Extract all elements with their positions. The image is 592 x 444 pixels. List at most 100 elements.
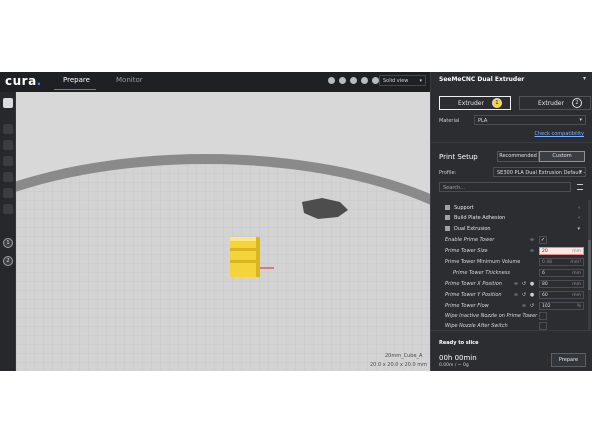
view-mode-value: Solid view	[383, 78, 409, 84]
scale-tool-icon[interactable]	[3, 140, 13, 150]
reset-icon[interactable]: ↺	[521, 292, 527, 298]
support-icon	[445, 205, 450, 210]
open-file-icon[interactable]	[3, 98, 13, 108]
recommended-mode-button[interactable]: Recommended	[497, 151, 539, 162]
setting-prime-tower-flow: Prime Tower Flow ∞ ↺ 102%	[445, 302, 585, 311]
profile-value: SE300 PLA Dual Extrusion Default -	[497, 170, 586, 176]
view-orientation-group	[328, 77, 379, 84]
model-cube[interactable]	[230, 237, 260, 277]
tab-prepare[interactable]: Prepare	[63, 76, 90, 84]
category-support[interactable]: Support	[445, 205, 474, 211]
setting-label: Wipe Inactive Nozzle on Prime Tower	[445, 313, 538, 319]
top-view-icon[interactable]	[350, 77, 357, 84]
chevron-left-icon[interactable]: ‹	[578, 205, 580, 211]
object-name: 20mm_Cube_A	[385, 353, 423, 359]
settings-search-input[interactable]: Search...	[439, 182, 571, 192]
extruder-2-select-icon[interactable]: 2	[3, 256, 13, 266]
extruder-1-badge: 1	[492, 98, 502, 108]
setting-label: Prime Tower Y Position	[445, 292, 502, 298]
setting-prime-tower-size: Prime Tower Size ∞ 20 mm	[445, 247, 585, 256]
chevron-down-icon: ▾	[579, 117, 582, 123]
prime-tower-size-input[interactable]: 20 mm	[539, 247, 584, 255]
scrollbar-thumb[interactable]	[588, 240, 591, 290]
front-view-icon[interactable]	[339, 77, 346, 84]
print-setup-title: Print Setup	[439, 153, 478, 161]
dual-extrusion-icon	[445, 226, 450, 231]
object-dimensions: 20.0 x 20.0 x 20.0 mm	[370, 362, 428, 368]
wipe-inactive-nozzle-checkbox[interactable]	[539, 312, 547, 320]
mirror-tool-icon[interactable]	[3, 172, 13, 182]
left-toolbar: 1 2	[0, 92, 16, 371]
category-dual-extrusion[interactable]: Dual Extrusion	[445, 226, 491, 232]
setting-label: Wipe Nozzle After Switch	[445, 323, 508, 329]
info-icon[interactable]: ●	[529, 292, 535, 298]
setting-prime-tower-y: Prime Tower Y Position ∞ ↺ ● 60 mm	[445, 291, 585, 300]
link-icon[interactable]: ∞	[513, 281, 519, 287]
support-blocker-icon[interactable]	[3, 204, 13, 214]
setting-prime-tower-x: Prime Tower X Position ∞ ↺ ● 80 mm	[445, 280, 585, 289]
chevron-down-icon[interactable]: ▾	[577, 226, 580, 232]
link-icon[interactable]: ∞	[529, 248, 535, 254]
chevron-down-icon: ▾	[579, 169, 582, 175]
chevron-left-icon[interactable]: ‹	[578, 215, 580, 221]
reset-icon[interactable]: ↺	[529, 303, 535, 309]
prepare-button[interactable]: Prepare	[551, 353, 586, 367]
adhesion-icon	[445, 215, 450, 220]
slice-status: Ready to slice	[439, 340, 479, 346]
check-compatibility-link[interactable]: Check compatibility	[535, 131, 585, 137]
print-time: 00h 00min	[439, 354, 477, 362]
setting-label: Prime Tower X Position	[445, 281, 502, 287]
link-icon[interactable]: ∞	[529, 237, 535, 243]
wipe-nozzle-after-switch-checkbox[interactable]	[539, 322, 547, 330]
extruder-1-select-icon[interactable]: 1	[3, 238, 13, 248]
link-icon[interactable]: ∞	[521, 303, 527, 309]
settings-menu-icon[interactable]	[577, 184, 583, 190]
per-model-settings-icon[interactable]	[3, 188, 13, 198]
build-plate-grid	[16, 164, 430, 371]
build-plate-scene	[16, 92, 430, 371]
tab-monitor[interactable]: Monitor	[116, 76, 143, 84]
setting-label: Prime Tower Thickness	[453, 270, 511, 276]
prime-tower-y-input[interactable]: 60 mm	[539, 291, 584, 299]
material-select[interactable]: PLA ▾	[474, 115, 586, 125]
prime-tower-thickness-input[interactable]: 6 mm	[539, 269, 584, 277]
3d-view-icon[interactable]	[328, 77, 335, 84]
category-build-plate-adhesion[interactable]: Build Plate Adhesion	[445, 215, 505, 221]
custom-mode-button[interactable]: Custom	[539, 151, 585, 162]
cura-logo: cura.	[5, 74, 42, 88]
extruder-1-button[interactable]: Extruder 1	[439, 96, 511, 110]
left-view-icon[interactable]	[361, 77, 368, 84]
setting-wipe-inactive-nozzle: Wipe Inactive Nozzle on Prime Tower	[445, 312, 585, 321]
settings-panel: SeeMeCNC Dual Extruder ▾ Extruder 1 Extr…	[430, 72, 592, 371]
reset-icon[interactable]: ↺	[521, 281, 527, 287]
printer-name[interactable]: SeeMeCNC Dual Extruder	[439, 76, 524, 83]
build-plate-viewport[interactable]: 20mm_Cube_A 20.0 x 20.0 x 20.0 mm	[16, 92, 430, 371]
setting-enable-prime-tower: Enable Prime Tower ∞ ✓	[445, 236, 585, 245]
prime-tower-flow-input[interactable]: 102%	[539, 302, 584, 310]
enable-prime-tower-checkbox[interactable]: ✓	[539, 236, 547, 244]
setting-prime-tower-thickness: Prime Tower Thickness 6 mm	[445, 269, 585, 278]
top-bar: cura. Prepare Monitor Solid view ▾	[0, 72, 430, 92]
prime-tower-min-volume-input[interactable]: 0.48 mm³	[539, 258, 584, 266]
view-mode-select[interactable]: Solid view ▾	[379, 75, 426, 86]
extruder-2-badge: 2	[572, 98, 582, 108]
prime-tower-x-input[interactable]: 80 mm	[539, 280, 584, 288]
info-icon[interactable]: ●	[529, 281, 535, 287]
active-tab-indicator	[54, 89, 96, 90]
link-icon[interactable]: ∞	[513, 292, 519, 298]
material-usage: 0.00m / ~ 0g	[439, 363, 469, 368]
divider	[431, 142, 592, 143]
material-label: Material	[439, 118, 460, 124]
right-view-icon[interactable]	[372, 77, 379, 84]
extruder-2-button[interactable]: Extruder 2	[519, 96, 591, 110]
chevron-down-icon: ▾	[419, 78, 422, 84]
setting-label: Prime Tower Flow	[445, 303, 489, 309]
profile-select[interactable]: SE300 PLA Dual Extrusion Default - ▾	[493, 167, 586, 177]
setting-label: Prime Tower Minimum Volume	[445, 259, 521, 265]
move-tool-icon[interactable]	[3, 124, 13, 134]
profile-label: Profile:	[439, 170, 457, 176]
chevron-down-icon[interactable]: ▾	[583, 75, 586, 82]
slice-panel: Ready to slice 00h 00min 0.00m / ~ 0g Pr…	[431, 330, 592, 371]
extruder-2-label: Extruder	[538, 100, 564, 107]
rotate-tool-icon[interactable]	[3, 156, 13, 166]
